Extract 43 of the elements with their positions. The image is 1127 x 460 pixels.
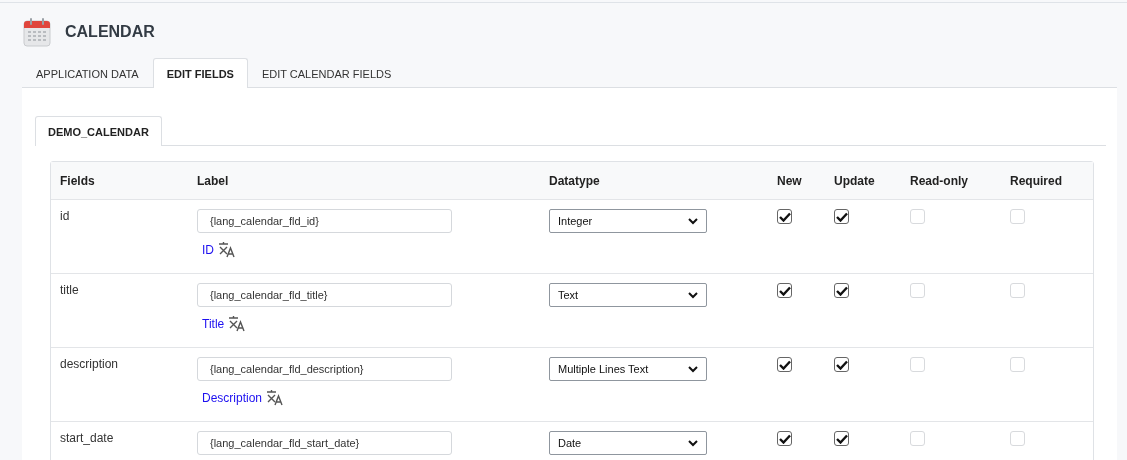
column-header: Required [1010, 173, 1063, 188]
table-tab[interactable]: DEMO_CALENDAR [35, 116, 162, 146]
label-input[interactable]: {lang_calendar_fld_description} [197, 357, 452, 381]
column-header: New [777, 173, 803, 188]
field-name: description [60, 357, 119, 371]
datatype-select[interactable]: Integer [549, 209, 707, 233]
tab[interactable]: APPLICATION DATA [22, 58, 153, 88]
checkbox[interactable] [777, 357, 792, 372]
chevron-down-icon [688, 439, 698, 447]
checkbox[interactable] [834, 209, 849, 224]
translate-icon[interactable] [266, 389, 285, 406]
datatype-select[interactable]: Date [549, 431, 707, 455]
chevron-down-icon [688, 291, 698, 299]
translate-icon[interactable] [218, 241, 236, 258]
translation-text: ID [202, 242, 214, 257]
translate-icon[interactable] [228, 315, 247, 332]
translation-text: Description [202, 390, 263, 405]
tab[interactable]: EDIT CALENDAR FIELDS [247, 58, 406, 88]
field-name: title [60, 283, 79, 297]
datatype-select[interactable]: Text [549, 283, 707, 307]
checkbox[interactable] [777, 209, 792, 224]
column-header: Fields [60, 173, 96, 188]
column-header: Read-only [910, 173, 969, 188]
column-header: Update [834, 173, 876, 188]
translation-text: Title [202, 316, 225, 331]
page-title: CALENDAR [65, 23, 155, 41]
checkbox[interactable] [777, 431, 792, 446]
checkbox[interactable] [834, 357, 849, 372]
chevron-down-icon [688, 217, 698, 225]
calendar-icon [23, 17, 51, 47]
field-name: start_date [60, 431, 114, 445]
checkbox[interactable] [834, 431, 849, 446]
column-header: Datatype [549, 173, 601, 188]
checkbox[interactable] [777, 283, 792, 298]
chevron-down-icon [688, 365, 698, 373]
datatype-select[interactable]: Multiple Lines Text [549, 357, 707, 381]
column-header: Label [197, 173, 230, 188]
field-name: id [60, 209, 70, 223]
tab[interactable]: EDIT FIELDS [152, 58, 248, 88]
checkbox[interactable] [834, 283, 849, 298]
label-input[interactable]: {lang_calendar_fld_start_date} [197, 431, 452, 455]
label-input[interactable]: {lang_calendar_fld_id} [197, 209, 452, 233]
label-input[interactable]: {lang_calendar_fld_title} [197, 283, 452, 307]
